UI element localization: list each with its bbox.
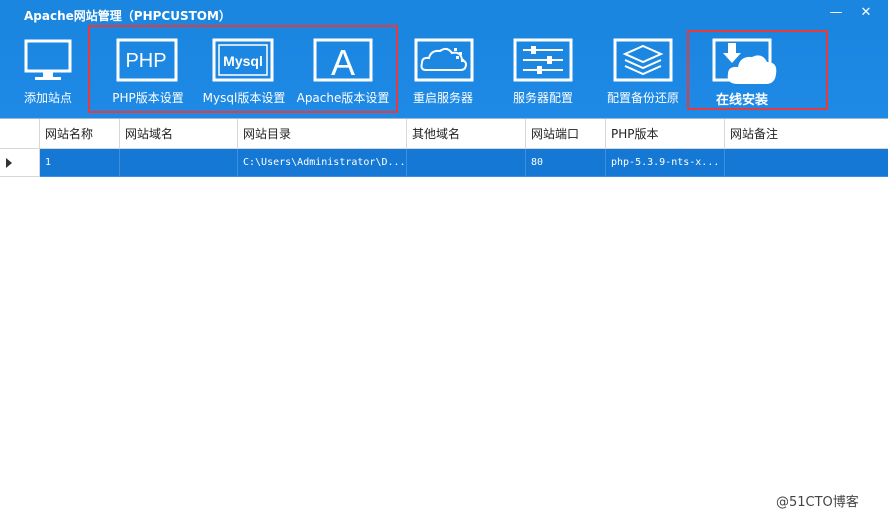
title-bar: Apache网站管理（PHPCUSTOM） — ✕ [0, 0, 888, 28]
row-selector[interactable] [0, 149, 40, 177]
column-header-directory[interactable]: 网站目录 [238, 119, 407, 149]
cell-domain[interactable] [120, 149, 238, 177]
add-site-button[interactable]: 添加站点 [18, 28, 78, 118]
column-header-other-domain[interactable]: 其他域名 [407, 119, 526, 149]
row-arrow-icon [6, 158, 12, 168]
sliders-icon [513, 38, 573, 82]
cell-remark[interactable] [725, 149, 888, 177]
cell-directory[interactable]: C:\Users\Administrator\D... [238, 149, 407, 177]
table-row[interactable]: 1 C:\Users\Administrator\D... 80 php-5.3… [0, 149, 888, 177]
cloud-server-icon [414, 38, 474, 82]
config-backup-label: 配置备份还原 [606, 91, 679, 105]
config-backup-button[interactable]: 配置备份还原 [607, 28, 679, 118]
site-table: 网站名称 网站域名 网站目录 其他域名 网站端口 PHP版本 网站备注 1 C:… [0, 118, 888, 518]
minimize-button[interactable]: — [826, 4, 846, 22]
header-corner [0, 119, 40, 149]
column-header-port[interactable]: 网站端口 [526, 119, 606, 149]
add-site-label: 添加站点 [23, 91, 72, 105]
restart-server-label: 重启服务器 [412, 91, 473, 105]
window-title: Apache网站管理（PHPCUSTOM） [24, 9, 231, 23]
restart-server-button[interactable]: 重启服务器 [410, 28, 476, 118]
column-header-php-version[interactable]: PHP版本 [606, 119, 725, 149]
cell-port[interactable]: 80 [526, 149, 606, 177]
close-button[interactable]: ✕ [856, 4, 876, 22]
highlight-box-online-install [687, 30, 828, 110]
cell-other-domain[interactable] [407, 149, 526, 177]
watermark: @51CTO博客 [776, 495, 859, 510]
layers-icon [613, 38, 673, 82]
server-config-button[interactable]: 服务器配置 [510, 28, 576, 118]
cell-site-name[interactable]: 1 [40, 149, 120, 177]
cell-php-version[interactable]: php-5.3.9-nts-x... [606, 149, 725, 177]
table-header: 网站名称 网站域名 网站目录 其他域名 网站端口 PHP版本 网站备注 [0, 119, 888, 149]
column-header-site-name[interactable]: 网站名称 [40, 119, 120, 149]
server-config-label: 服务器配置 [512, 91, 573, 105]
column-header-domain[interactable]: 网站域名 [120, 119, 238, 149]
highlight-box-version-settings [88, 25, 398, 113]
column-header-remark[interactable]: 网站备注 [725, 119, 888, 149]
monitor-icon [24, 39, 72, 80]
